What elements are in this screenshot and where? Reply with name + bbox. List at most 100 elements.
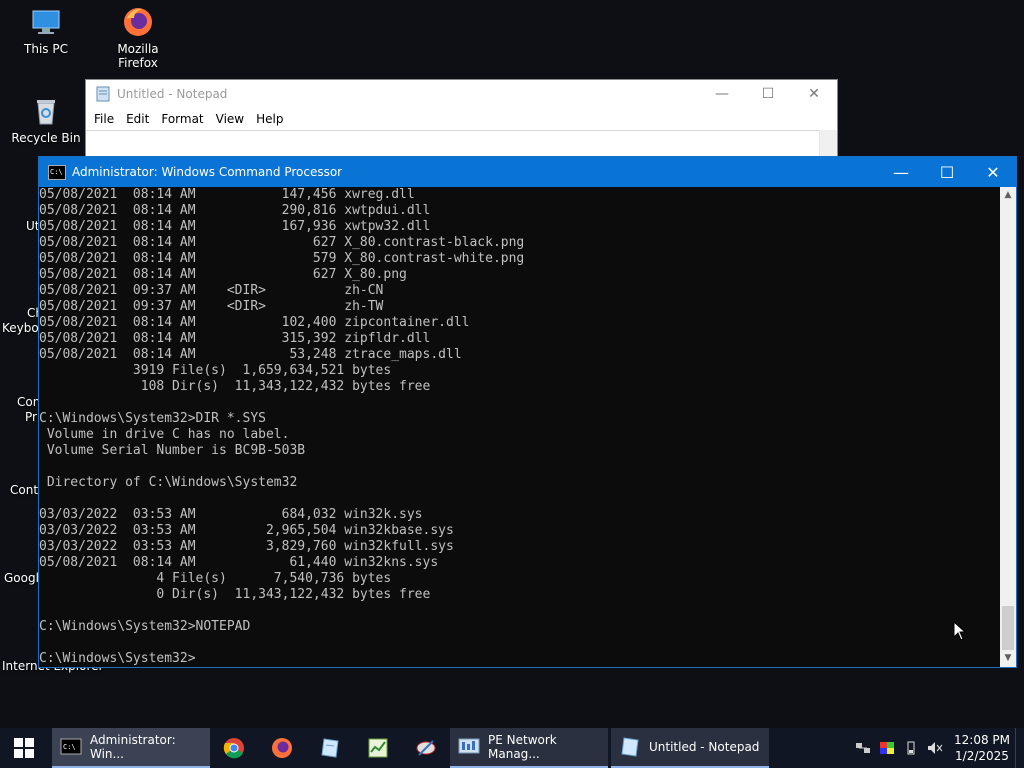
notepad-minimize-button[interactable]: — xyxy=(699,86,745,102)
console-line: 05/08/2021 08:14 AM 147,456 xwreg.dll xyxy=(39,187,415,202)
console-output[interactable]: 05/08/2021 08:14 AM 147,456 xwreg.dll 05/… xyxy=(39,187,1000,667)
clock-time: 12:08 PM xyxy=(954,733,1010,747)
taskbar-network-tool[interactable] xyxy=(402,728,450,768)
scroll-thumb[interactable] xyxy=(1002,606,1014,650)
partial-label-googl: Googl xyxy=(4,571,39,585)
cmd-taskbar-icon: C:\ xyxy=(60,736,82,758)
scroll-up-icon[interactable]: ▲ xyxy=(1000,187,1016,204)
cmd-window[interactable]: C:\ Administrator: Windows Command Proce… xyxy=(38,156,1017,668)
notepad-maximize-button[interactable]: ☐ xyxy=(745,86,791,102)
cmd-icon: C:\ xyxy=(48,164,66,180)
taskbar-app-cmd[interactable]: C:\ Administrator: Win... xyxy=(52,728,210,768)
task-manager-icon xyxy=(368,738,388,758)
pe-network-icon xyxy=(458,736,480,758)
cmd-minimize-button[interactable]: — xyxy=(878,157,924,187)
svg-text:C:\: C:\ xyxy=(63,743,76,751)
console-line: 3919 File(s) 1,659,634,521 bytes xyxy=(39,363,392,378)
desktop-icon-firefox[interactable]: Mozilla Firefox xyxy=(100,6,176,70)
console-line: C:\Windows\System32>NOTEPAD xyxy=(39,619,251,634)
console-line: 05/08/2021 08:14 AM 61,440 win32kns.sys xyxy=(39,555,439,570)
taskbar-clock[interactable]: 12:08 PM 1/2/2025 xyxy=(953,732,1011,764)
show-desktop-button[interactable] xyxy=(1015,728,1024,768)
console-line: C:\Windows\System32>DIR *.SYS xyxy=(39,411,266,426)
svg-text:C:\: C:\ xyxy=(50,168,63,176)
cmd-scrollbar[interactable]: ▲ ▼ xyxy=(1000,187,1016,667)
console-line: 05/08/2021 08:14 AM 102,400 zipcontainer… xyxy=(39,315,470,330)
menu-file[interactable]: File xyxy=(88,112,120,126)
firefox-taskbar-icon xyxy=(272,738,292,758)
console-line: 05/08/2021 08:14 AM 627 X_80.contrast-bl… xyxy=(39,235,525,250)
display-tray-icon[interactable] xyxy=(876,740,898,756)
network-tool-icon xyxy=(416,740,436,756)
console-line: 05/08/2021 08:14 AM 315,392 zipfldr.dll xyxy=(39,331,431,346)
cmd-close-button[interactable]: ✕ xyxy=(970,157,1016,187)
console-line: 05/08/2021 08:14 AM 290,816 xwtpdui.dll xyxy=(39,203,431,218)
taskbar-notepad-label: Untitled - Notepad xyxy=(649,740,760,754)
cmd-titlebar[interactable]: C:\ Administrator: Windows Command Proce… xyxy=(39,157,1016,187)
start-button[interactable] xyxy=(0,728,48,768)
console-line: 05/08/2021 08:14 AM 167,936 xwtpw32.dll xyxy=(39,219,431,234)
console-line: 05/08/2021 09:37 AM <DIR> zh-CN xyxy=(39,283,384,298)
firefox-label: Mozilla Firefox xyxy=(117,42,159,70)
console-line: 05/08/2021 08:14 AM 579 X_80.contrast-wh… xyxy=(39,251,525,266)
console-line: Volume in drive C has no label. xyxy=(39,427,290,442)
network-tray-icon[interactable] xyxy=(852,740,874,756)
notepad-title: Untitled - Notepad xyxy=(117,87,228,101)
console-line: 03/03/2022 03:53 AM 3,829,760 win32kfull… xyxy=(39,539,454,554)
taskbar-pe-network-label: PE Network Manag... xyxy=(488,733,557,761)
notepad-titlebar[interactable]: Untitled - Notepad — ☐ ✕ xyxy=(86,80,837,108)
menu-edit[interactable]: Edit xyxy=(120,112,155,126)
console-line: 108 Dir(s) 11,343,122,432 bytes free xyxy=(39,379,431,394)
console-line: 03/03/2022 03:53 AM 684,032 win32k.sys xyxy=(39,507,423,522)
system-tray: 12:08 PM 1/2/2025 xyxy=(851,728,1024,768)
console-line: C:\Windows\System32> xyxy=(39,651,196,666)
taskbar-cmd-label: Administrator: Win... xyxy=(90,733,176,761)
menu-help[interactable]: Help xyxy=(250,112,289,126)
console-line: Volume Serial Number is BC9B-503B xyxy=(39,443,306,458)
partial-label-con: Con xyxy=(17,395,41,409)
notepad-scrollbar[interactable] xyxy=(819,130,837,158)
recycle-bin-label: Recycle Bin xyxy=(11,131,81,145)
console-line: 05/08/2021 09:37 AM <DIR> zh-TW xyxy=(39,299,384,314)
notepad-text-area[interactable] xyxy=(86,130,837,158)
cmd-title: Administrator: Windows Command Processor xyxy=(72,165,343,179)
desktop-icon-recycle-bin[interactable]: Recycle Bin xyxy=(8,95,84,145)
notepad-window[interactable]: Untitled - Notepad — ☐ ✕ File Edit Forma… xyxy=(85,79,838,159)
console-line: 05/08/2021 08:14 AM 627 X_80.png xyxy=(39,267,407,282)
notepad-close-button[interactable]: ✕ xyxy=(791,86,837,102)
recycle-bin-icon xyxy=(30,95,62,127)
console-line: 0 Dir(s) 11,343,122,432 bytes free xyxy=(39,587,431,602)
usb-tray-icon[interactable] xyxy=(900,740,922,756)
clock-date: 1/2/2025 xyxy=(955,749,1009,763)
this-pc-icon xyxy=(30,6,62,38)
taskbar-notepad-pinned[interactable] xyxy=(306,728,354,768)
partial-label-pr: Pr xyxy=(25,410,37,424)
taskbar-firefox[interactable] xyxy=(258,728,306,768)
console-line: 4 File(s) 7,540,736 bytes xyxy=(39,571,392,586)
cmd-maximize-button[interactable]: ☐ xyxy=(924,157,970,187)
notepad-pinned-icon xyxy=(321,738,339,758)
desktop-icon-this-pc[interactable]: This PC xyxy=(8,6,84,56)
taskbar-app-pe-network[interactable]: PE Network Manag... xyxy=(450,728,608,768)
chrome-icon xyxy=(223,738,244,759)
taskbar-task-manager[interactable] xyxy=(354,728,402,768)
notepad-icon xyxy=(95,86,111,102)
scroll-down-icon[interactable]: ▼ xyxy=(1000,650,1016,667)
firefox-icon xyxy=(122,6,154,38)
this-pc-label: This PC xyxy=(24,42,68,56)
console-line: 05/08/2021 08:14 AM 53,248 ztrace_maps.d… xyxy=(39,347,462,362)
console-line: Directory of C:\Windows\System32 xyxy=(39,475,298,490)
partial-label-keybo: Keybo xyxy=(2,321,39,335)
notepad-taskbar-icon xyxy=(619,736,641,758)
taskbar-chrome[interactable] xyxy=(210,728,258,768)
taskbar-app-notepad[interactable]: Untitled - Notepad xyxy=(611,728,769,768)
menu-format[interactable]: Format xyxy=(155,112,209,126)
notepad-menubar: File Edit Format View Help xyxy=(86,108,837,130)
volume-muted-icon[interactable] xyxy=(924,740,946,756)
menu-view[interactable]: View xyxy=(210,112,250,126)
console-line: 03/03/2022 03:53 AM 2,965,504 win32kbase… xyxy=(39,523,454,538)
